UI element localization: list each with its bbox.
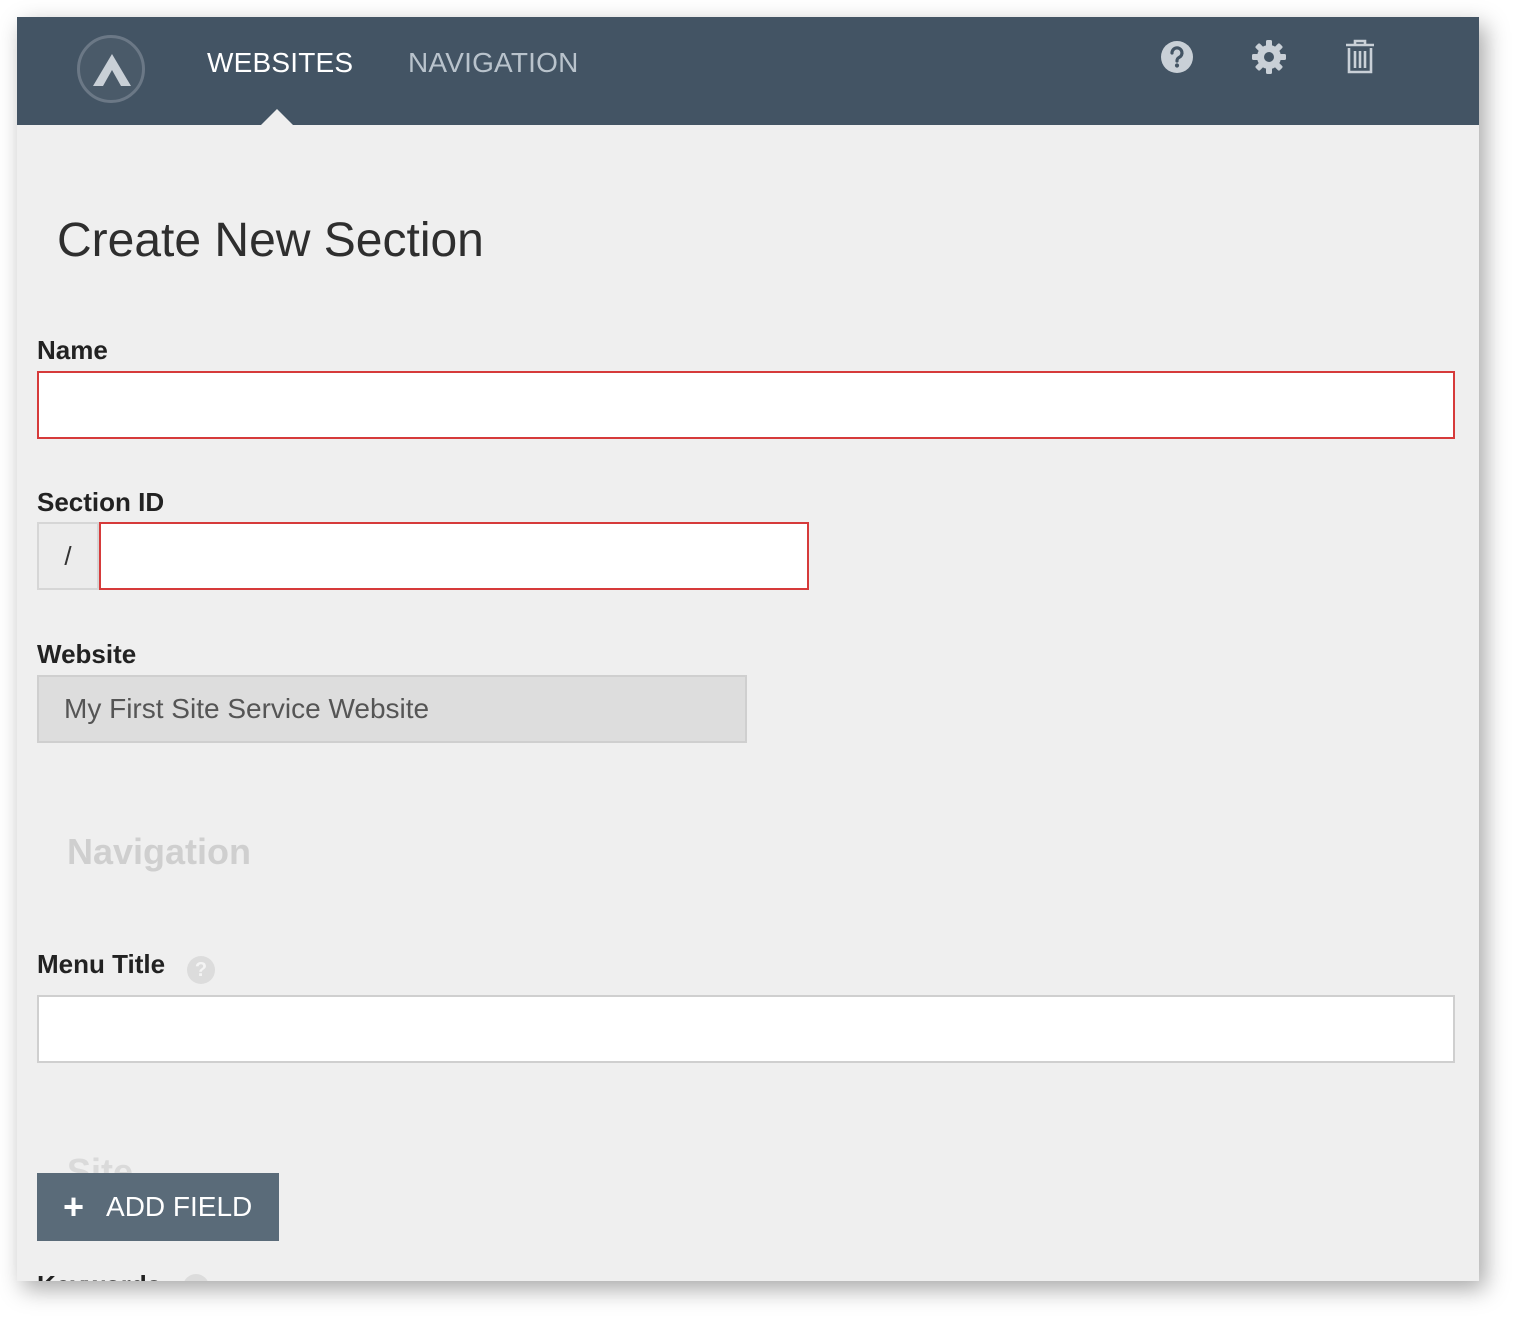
name-label: Name <box>37 335 108 365</box>
top-navbar: WEBSITES NAVIGATION <box>17 17 1479 125</box>
keywords-label: Keywords <box>37 1270 161 1281</box>
website-label: Website <box>37 639 137 669</box>
menu-title-help-icon[interactable]: ? <box>187 956 215 984</box>
app-window: WEBSITES NAVIGATION Create New Section N… <box>17 17 1479 1281</box>
menu-title-input[interactable] <box>37 995 1455 1063</box>
plus-icon: + <box>63 1186 85 1227</box>
name-input[interactable] <box>37 371 1455 439</box>
tab-navigation[interactable]: NAVIGATION <box>408 47 579 79</box>
website-field: My First Site Service Website <box>37 675 747 743</box>
menu-title-label: Menu Title <box>37 949 166 979</box>
tab-websites[interactable]: WEBSITES <box>207 47 353 79</box>
add-field-button[interactable]: + ADD FIELD <box>37 1173 279 1241</box>
page-title: Create New Section <box>57 214 484 267</box>
trash-icon[interactable] <box>1344 39 1376 80</box>
help-icon[interactable] <box>1159 39 1195 80</box>
app-logo[interactable] <box>77 35 145 103</box>
logo-icon <box>93 54 131 86</box>
navigation-heading: Navigation <box>67 831 252 872</box>
active-tab-indicator <box>261 109 293 125</box>
add-field-label: ADD FIELD <box>106 1191 253 1222</box>
gear-icon[interactable] <box>1251 39 1287 80</box>
section-id-input[interactable] <box>99 522 809 590</box>
keywords-help-icon[interactable] <box>183 1274 209 1281</box>
section-id-prefix: / <box>37 522 99 590</box>
section-id-label: Section ID <box>37 487 165 517</box>
